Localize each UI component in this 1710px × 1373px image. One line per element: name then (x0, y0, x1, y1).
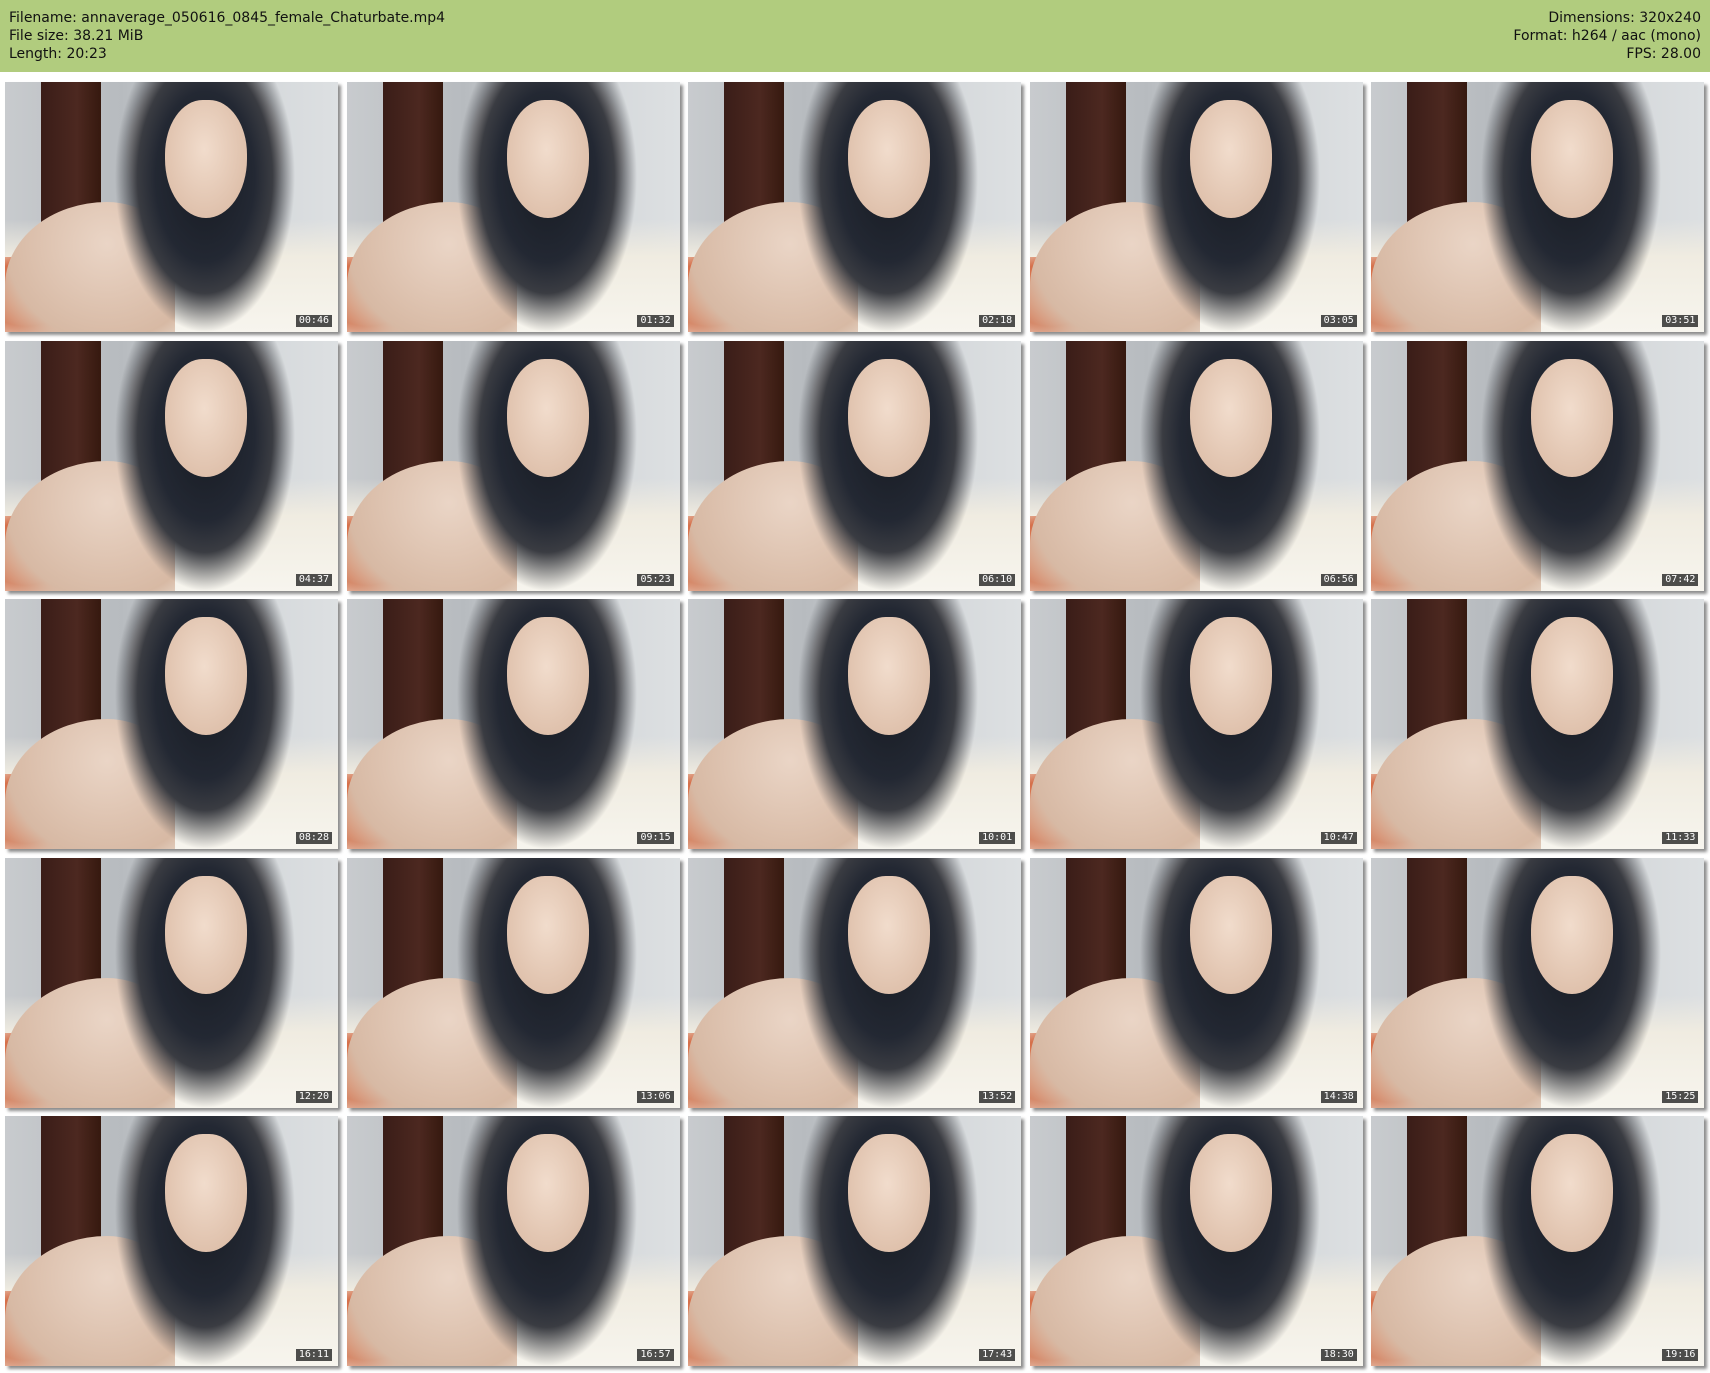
timestamp-badge: 13:52 (979, 1090, 1016, 1103)
timestamp-badge: 06:10 (979, 573, 1016, 586)
face-shape (1531, 358, 1614, 477)
face-shape (506, 1134, 589, 1252)
face-shape (848, 100, 931, 218)
timestamp-badge: 01:32 (637, 315, 674, 327)
video-thumbnail[interactable]: 14:38 (1029, 857, 1363, 1108)
filesize-text: File size: 38.21 MiB (9, 28, 144, 44)
video-thumbnail[interactable]: 17:43 (688, 1116, 1022, 1366)
timestamp-badge: 14:38 (1320, 1090, 1357, 1103)
timestamp-badge: 18:30 (1320, 1349, 1357, 1361)
timestamp-badge: 19:16 (1662, 1349, 1699, 1361)
header-left: Filename: annaverage_050616_0845_female_… (9, 9, 445, 63)
video-thumbnail[interactable]: 12:20 (5, 857, 338, 1108)
timestamp-badge: 07:42 (1662, 573, 1699, 586)
video-thumbnail[interactable]: 09:15 (346, 599, 680, 849)
timestamp-badge: 16:11 (295, 1349, 332, 1361)
timestamp-badge: 00:46 (295, 315, 332, 327)
video-thumbnail[interactable]: 07:42 (1371, 340, 1705, 591)
timestamp-badge: 02:18 (979, 315, 1016, 327)
face-shape (165, 358, 247, 477)
video-thumbnail[interactable]: 06:56 (1029, 340, 1363, 591)
timestamp-badge: 15:25 (1662, 1090, 1699, 1103)
timestamp-badge: 17:43 (979, 1349, 1016, 1361)
face-shape (165, 1134, 247, 1252)
thumbnail-grid: 00:46 01:32 02:18 03:05 03:51 04:37 05:23 06:10… (5, 82, 1705, 1366)
video-thumbnail[interactable]: 10:01 (688, 599, 1022, 849)
video-thumbnail[interactable]: 13:06 (346, 857, 680, 1108)
face-shape (506, 617, 589, 735)
timestamp-badge: 12:20 (295, 1090, 332, 1103)
face-shape (165, 875, 247, 994)
timestamp-badge: 10:01 (979, 832, 1016, 844)
video-thumbnail[interactable]: 03:51 (1371, 82, 1705, 332)
video-thumbnail[interactable]: 01:32 (346, 82, 680, 332)
video-thumbnail[interactable]: 08:28 (5, 599, 338, 849)
face-shape (1189, 875, 1272, 994)
face-shape (1531, 617, 1614, 735)
dimensions-text: Dimensions: 320x240 (1548, 10, 1701, 26)
video-thumbnail[interactable]: 05:23 (346, 340, 680, 591)
timestamp-badge: 04:37 (295, 573, 332, 586)
face-shape (1189, 1134, 1272, 1252)
video-thumbnail[interactable]: 16:57 (346, 1116, 680, 1366)
video-thumbnail[interactable]: 02:18 (688, 82, 1022, 332)
timestamp-badge: 16:57 (637, 1349, 674, 1361)
face-shape (848, 1134, 931, 1252)
video-thumbnail[interactable]: 00:46 (5, 82, 338, 332)
timestamp-badge: 05:23 (637, 573, 674, 586)
video-thumbnail[interactable]: 03:05 (1029, 82, 1363, 332)
timestamp-badge: 13:06 (637, 1090, 674, 1103)
face-shape (165, 100, 247, 218)
timestamp-badge: 03:05 (1320, 315, 1357, 327)
face-shape (848, 875, 931, 994)
fps-text: FPS: 28.00 (1626, 46, 1701, 62)
format-text: Format: h264 / aac (mono) (1513, 28, 1701, 44)
timestamp-badge: 03:51 (1662, 315, 1699, 327)
face-shape (1189, 358, 1272, 477)
timestamp-badge: 10:47 (1320, 832, 1357, 844)
face-shape (506, 358, 589, 477)
length-text: Length: 20:23 (9, 46, 107, 62)
face-shape (1531, 100, 1614, 218)
timestamp-badge: 08:28 (295, 832, 332, 844)
video-thumbnail[interactable]: 11:33 (1371, 599, 1705, 849)
face-shape (848, 358, 931, 477)
video-thumbnail[interactable]: 16:11 (5, 1116, 338, 1366)
video-thumbnail[interactable]: 04:37 (5, 340, 338, 591)
face-shape (1189, 617, 1272, 735)
timestamp-badge: 11:33 (1662, 832, 1699, 844)
face-shape (165, 617, 247, 735)
face-shape (506, 100, 589, 218)
face-shape (1531, 875, 1614, 994)
face-shape (506, 875, 589, 994)
video-thumbnail[interactable]: 06:10 (688, 340, 1022, 591)
info-header: Filename: annaverage_050616_0845_female_… (0, 0, 1710, 72)
video-thumbnail[interactable]: 10:47 (1029, 599, 1363, 849)
video-thumbnail[interactable]: 18:30 (1029, 1116, 1363, 1366)
face-shape (1531, 1134, 1614, 1252)
video-thumbnail[interactable]: 15:25 (1371, 857, 1705, 1108)
timestamp-badge: 09:15 (637, 832, 674, 844)
face-shape (1189, 100, 1272, 218)
header-right: Dimensions: 320x240 Format: h264 / aac (… (1513, 9, 1701, 63)
face-shape (848, 617, 931, 735)
video-thumbnail[interactable]: 19:16 (1371, 1116, 1705, 1366)
timestamp-badge: 06:56 (1320, 573, 1357, 586)
filename-text: Filename: annaverage_050616_0845_female_… (9, 10, 446, 26)
video-thumbnail[interactable]: 13:52 (688, 857, 1022, 1108)
